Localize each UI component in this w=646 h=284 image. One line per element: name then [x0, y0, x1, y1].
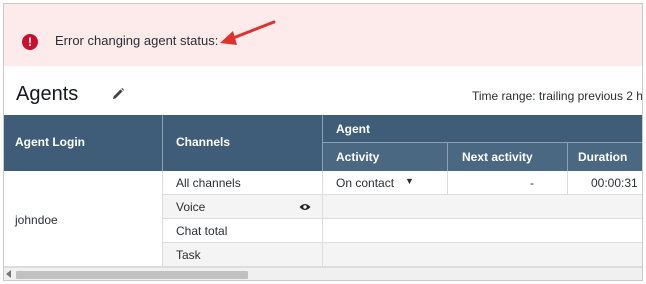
duration-cell: 00:00:31 — [568, 171, 642, 195]
column-header-next-activity[interactable]: Next activity — [448, 143, 568, 171]
column-header-label: Next activity — [462, 150, 533, 164]
column-header-label: Activity — [336, 150, 380, 164]
column-header-agent-login[interactable]: Agent Login — [4, 115, 163, 171]
next-activity-cell: - — [448, 171, 568, 195]
agent-dashboard: ! Error changing agent status: Agents Ti… — [3, 3, 643, 281]
column-group-agent: Agent — [323, 115, 642, 143]
next-activity-value: - — [530, 176, 534, 190]
scroll-left-icon[interactable] — [6, 270, 11, 278]
horizontal-scrollbar[interactable] — [4, 267, 642, 280]
error-banner: ! Error changing agent status: — [4, 4, 642, 66]
channel-label: Chat total — [176, 224, 228, 238]
column-header-label: Channels — [176, 135, 231, 149]
column-header-channels[interactable]: Channels — [163, 115, 323, 171]
empty-cell — [323, 243, 642, 267]
table-row-channel: Chat total — [163, 219, 323, 243]
error-message: Error changing agent status: — [55, 33, 219, 48]
column-header-label: Duration — [578, 150, 628, 164]
error-icon: ! — [22, 34, 38, 50]
activity-dropdown[interactable]: On contact ▼ — [323, 171, 448, 195]
channel-label: All channels — [176, 176, 241, 190]
activity-value: On contact — [336, 176, 395, 190]
pencil-icon[interactable] — [111, 87, 125, 101]
empty-cell — [323, 219, 642, 243]
duration-value: 00:00:31 — [591, 176, 638, 190]
scrollbar-thumb[interactable] — [16, 271, 248, 279]
caret-down-icon: ▼ — [405, 176, 414, 186]
table-row-channel: All channels — [163, 171, 323, 195]
agent-login-value: johndoe — [15, 213, 58, 227]
agent-login-cell: johndoe — [4, 171, 163, 267]
empty-cell — [323, 195, 642, 219]
column-group-label: Agent — [336, 122, 370, 136]
arrow-icon — [220, 20, 276, 45]
channel-label: Task — [176, 248, 201, 262]
column-header-duration[interactable]: Duration — [568, 143, 642, 171]
eye-icon[interactable] — [299, 202, 311, 212]
table-row-channel: Voice — [163, 195, 323, 219]
column-header-activity[interactable]: Activity — [323, 143, 448, 171]
channel-label: Voice — [176, 200, 206, 214]
table-row-channel: Task — [163, 243, 323, 267]
page-title: Agents — [16, 83, 79, 105]
time-range-label: Time range: trailing previous 2 ho — [472, 89, 643, 103]
column-header-label: Agent Login — [15, 135, 85, 149]
